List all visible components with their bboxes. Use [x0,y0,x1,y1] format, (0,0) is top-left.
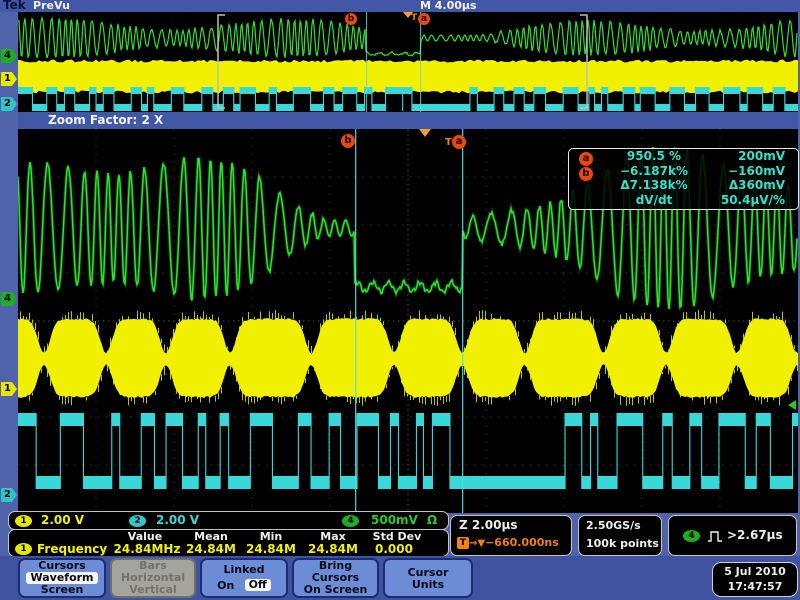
channel-scale-bar: 1 2.00 V 2 2.00 V 4 500mV Ω [8,511,449,530]
cursor-delta-row: Δ7.138k% Δ360mV [569,178,798,193]
trigger-delay-value: −660.000ns [485,536,559,549]
trigger-delay-t-label: T [445,137,452,148]
pulse-width-icon [707,530,723,543]
channel-2-badge[interactable]: 2 [1,488,17,502]
channel-4-badge: 4 [342,515,359,527]
tek-logo: Tek [3,0,26,12]
overview-waveforms [18,12,798,112]
sample-rate: 2.50GS/s [586,519,641,532]
option-off-selected: Off [245,579,271,591]
option-screen: Screen [20,584,104,596]
channel-1-badge: 1 [15,543,32,555]
trigger-readout-box: 4 >2.67µs [668,515,797,556]
zoom-factor-bar: Zoom Factor: 2 X [18,112,798,129]
option-on: On [217,579,234,592]
cursor-slope-label: dV/dt [603,193,705,208]
meas-max: 24.84M [305,542,361,556]
record-length: 100k points [586,537,659,550]
cursor-readout-box: a 950.5 % 200mV b −6.187k% −160mV Δ7.138… [568,148,799,210]
channel-2-badge: 2 [129,515,146,527]
cursor-a-marker[interactable]: a [418,13,430,25]
trigger-delay-t-label: T [411,13,417,23]
datetime-box: 5 Jul 2010 17:47:57 [712,562,798,597]
cursor-delta-voltage: Δ360mV [705,178,793,193]
cursor-b-row: b −6.187k% −160mV [569,164,798,179]
trigger-position-icon [419,129,431,137]
channel-1-badge[interactable]: 1 [1,382,17,396]
meas-stddev: 0.000 [361,542,427,556]
option-vertical: Vertical [112,584,194,596]
acquisition-status: PreVu [33,0,70,12]
channel-4-level-arrow-icon [788,400,796,410]
channel-1-badge[interactable]: 1 [1,72,17,86]
trigger-delay-arrow-icon: →▼ [469,538,485,549]
channel-1-scale: 2.00 V [41,513,84,527]
meas-mean: 24.84M [181,542,241,556]
date-label: 5 Jul 2010 [713,564,797,579]
trigger-condition: >2.67µs [727,528,783,542]
oscilloscope-screen: Tek PreVu M 4.00µs b T a 4 1 2 Zoom Fact… [0,0,800,600]
cursor-b-icon: b [579,167,593,181]
trigger-t-icon: T [457,537,469,549]
linked-toggle-button[interactable]: Linked On Off [200,558,288,598]
measurement-box: Value Mean Min Max Std Dev 1 Frequency 2… [8,529,449,557]
channel-4-scale: 500mV [371,513,418,527]
channel-4-badge[interactable]: 4 [1,292,17,306]
cursors-mode-button[interactable]: Cursors Waveform Screen [18,558,106,598]
main-timebase-label: M 4.00µs [420,0,477,12]
linked-button-title: Linked [202,564,286,576]
time-label: 17:47:57 [713,579,797,594]
zoom-waveform-window: b T a a 950.5 % 200mV b −6.187k% −160mV … [18,129,798,513]
cursor-a-marker[interactable]: a [452,135,466,149]
cursor-b-marker[interactable]: b [341,134,355,148]
cursor-a-row: a 950.5 % 200mV [569,149,798,164]
channel-4-badge[interactable]: 4 [1,49,17,63]
meas-value: 24.84MHz [113,542,181,556]
channel-2-badge[interactable]: 2 [1,97,17,111]
zoom-scale-label: Z 2.00µs [459,518,517,532]
cursor-b-marker[interactable]: b [345,13,357,25]
units-line-2: Units [385,579,471,591]
bring-cursors-button[interactable]: Bring Cursors On Screen [292,558,379,598]
overview-waveform-strip: b T a [18,12,798,112]
cursor-slope-row: dV/dt 50.4µV/% [569,193,798,208]
top-status-bar: Tek PreVu M 4.00µs [0,0,800,12]
channel-4-coupling: Ω [427,513,437,527]
trigger-channel-badge: 4 [683,530,700,542]
sample-rate-box: 2.50GS/s 100k points [578,515,662,556]
cursor-units-button[interactable]: Cursor Units [383,558,473,598]
bars-orientation-button: Bars Horizontal Vertical [110,558,196,598]
cursor-slope-value: 50.4µV/% [705,193,793,208]
channel-1-badge: 1 [15,515,32,527]
meas-min: 24.84M [243,542,299,556]
cursor-delta-percent: Δ7.138k% [603,178,705,193]
meas-name: Frequency [37,542,107,556]
bring-line-3: On Screen [294,584,377,596]
cursor-a-icon: a [579,152,593,166]
zoom-timebase-box: Z 2.00µs T→▼−660.000ns [450,515,572,556]
channel-2-scale: 2.00 V [156,513,199,527]
zoom-factor-label: Zoom Factor: 2 X [48,113,163,127]
